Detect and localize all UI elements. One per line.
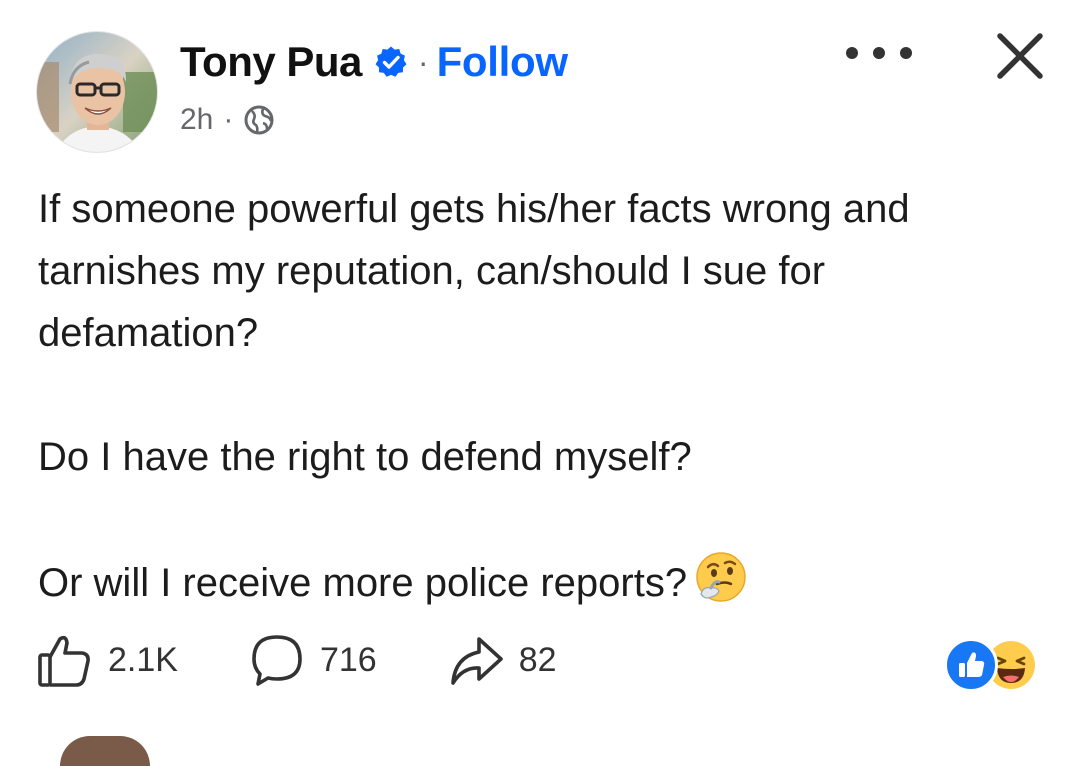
author-name[interactable]: Tony Pua xyxy=(180,38,362,86)
thinking-face-emoji xyxy=(693,550,749,606)
like-button[interactable]: 2.1K xyxy=(36,631,178,689)
post-paragraph-3: Or will I receive more police reports? xyxy=(38,550,1048,614)
meta-separator: · xyxy=(223,103,234,136)
post-body: If someone powerful gets his/her facts w… xyxy=(38,178,1048,614)
share-button[interactable]: 82 xyxy=(447,631,557,689)
share-arrow-icon xyxy=(447,631,505,689)
more-dot-1 xyxy=(846,47,858,59)
share-count: 82 xyxy=(518,640,557,679)
close-icon[interactable] xyxy=(990,26,1050,86)
header-separator: · xyxy=(417,43,429,80)
post-meta: 2h · xyxy=(180,100,275,140)
author-line: Tony Pua · Follow xyxy=(180,34,568,90)
verified-badge-icon xyxy=(374,45,408,79)
thumbs-up-icon xyxy=(36,631,94,689)
globe-icon[interactable] xyxy=(243,104,275,136)
post-paragraph-2: Do I have the right to defend myself? xyxy=(38,435,692,479)
next-avatar-partial xyxy=(60,736,150,766)
comment-button[interactable]: 716 xyxy=(248,631,377,689)
author-avatar[interactable] xyxy=(36,31,158,153)
post-card: Tony Pua · Follow 2h · If someone powerf… xyxy=(0,0,1080,766)
like-reaction-icon xyxy=(944,638,998,692)
post-timestamp[interactable]: 2h xyxy=(180,103,213,137)
comment-count: 716 xyxy=(319,640,377,679)
more-options-icon[interactable] xyxy=(846,38,912,68)
more-dot-3 xyxy=(900,47,912,59)
action-bar: 2.1K 716 82 xyxy=(36,628,627,692)
follow-button[interactable]: Follow xyxy=(437,38,568,86)
post-paragraph-1: If someone powerful gets his/her facts w… xyxy=(38,187,910,355)
comment-bubble-icon xyxy=(248,631,306,689)
more-dot-2 xyxy=(873,47,885,59)
like-count: 2.1K xyxy=(108,640,178,679)
post-paragraph-3-text: Or will I receive more police reports? xyxy=(38,561,688,605)
reaction-summary[interactable] xyxy=(944,638,1044,694)
